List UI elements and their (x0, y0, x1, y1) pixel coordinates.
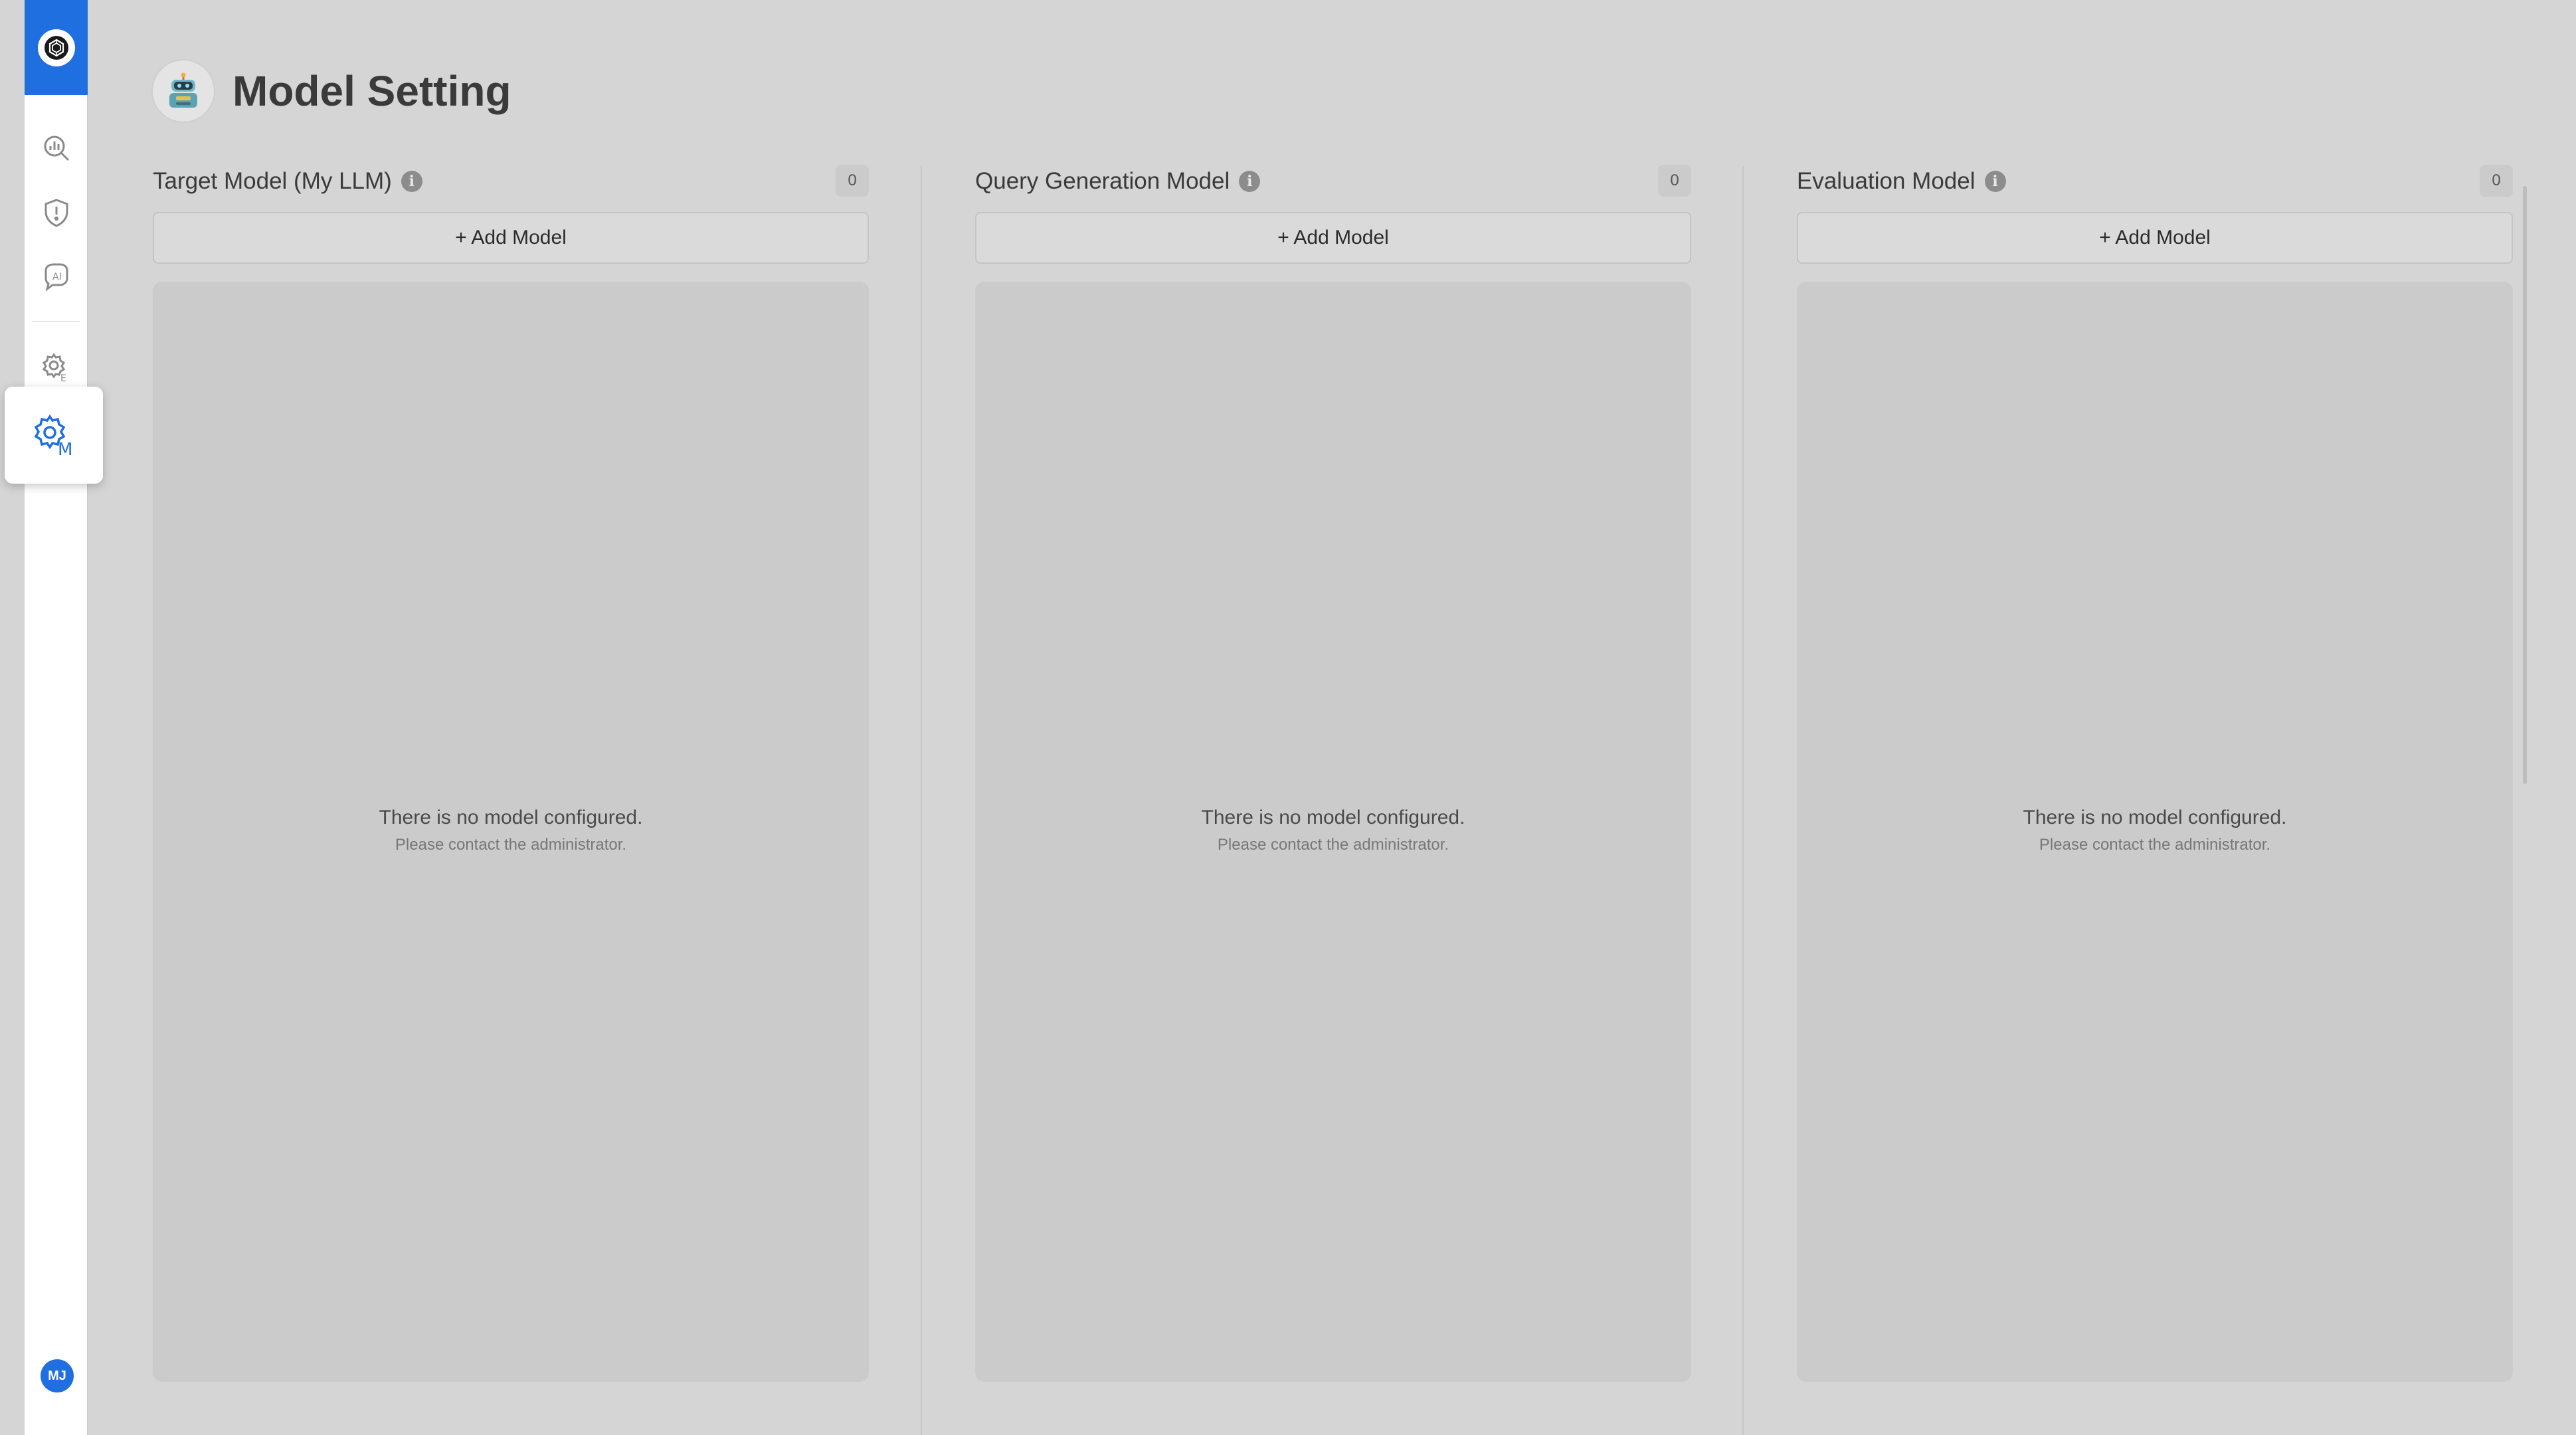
sidebar: AI E M MJ (5, 0, 103, 1435)
settings-m-icon[interactable]: M (5, 387, 103, 484)
empty-state-title: There is no model configured. (1201, 807, 1465, 828)
avatar[interactable]: MJ (41, 1359, 74, 1392)
ai-review-icon[interactable]: AI (25, 256, 88, 296)
robot-icon (151, 59, 215, 123)
add-model-button[interactable]: + Add Model (975, 212, 1691, 264)
empty-state-title: There is no model configured. (2023, 807, 2287, 828)
svg-text:E: E (60, 373, 66, 383)
nav-divider (33, 321, 80, 322)
shield-alert-icon[interactable] (25, 193, 88, 233)
info-icon[interactable]: i (1984, 171, 2006, 192)
model-list-panel: There is no model configured. Please con… (153, 282, 869, 1382)
info-icon[interactable]: i (401, 171, 422, 192)
column-title: Target Model (My LLM) (153, 168, 392, 194)
empty-state-title: There is no model configured. (379, 807, 643, 828)
column-title: Evaluation Model (1797, 168, 1976, 194)
logo-icon (37, 29, 75, 66)
info-icon[interactable]: i (1239, 171, 1261, 192)
count-badge: 0 (1658, 165, 1691, 197)
column-title: Query Generation Model (975, 168, 1230, 194)
column-header: Evaluation Model i 0 (1797, 161, 2513, 202)
logo[interactable] (25, 0, 88, 95)
target-model-column: Target Model (My LLM) i 0 + Add Model Th… (153, 161, 869, 1382)
svg-text:M: M (58, 440, 72, 459)
model-list-panel: There is no model configured. Please con… (975, 282, 1691, 1382)
vertical-scrollbar[interactable] (2523, 186, 2527, 784)
svg-text:AI: AI (52, 272, 62, 282)
count-badge: 0 (836, 165, 869, 197)
column-header: Query Generation Model i 0 (975, 161, 1691, 202)
count-badge: 0 (2480, 165, 2513, 197)
column-divider (921, 166, 922, 1435)
add-model-button[interactable]: + Add Model (1797, 212, 2513, 264)
add-model-button[interactable]: + Add Model (153, 212, 869, 264)
column-divider (1742, 166, 1744, 1435)
empty-state-subtitle: Please contact the administrator. (1217, 836, 1449, 854)
empty-state-subtitle: Please contact the administrator. (395, 836, 627, 854)
column-header: Target Model (My LLM) i 0 (153, 161, 869, 202)
empty-state-subtitle: Please contact the administrator. (2039, 836, 2271, 854)
analytics-search-icon[interactable] (25, 128, 88, 168)
page-title: Model Setting (232, 67, 511, 115)
model-list-panel: There is no model configured. Please con… (1797, 282, 2513, 1382)
settings-e-icon[interactable]: E (25, 347, 88, 387)
evaluation-model-column: Evaluation Model i 0 + Add Model There i… (1797, 161, 2513, 1382)
query-generation-model-column: Query Generation Model i 0 + Add Model T… (975, 161, 1691, 1382)
